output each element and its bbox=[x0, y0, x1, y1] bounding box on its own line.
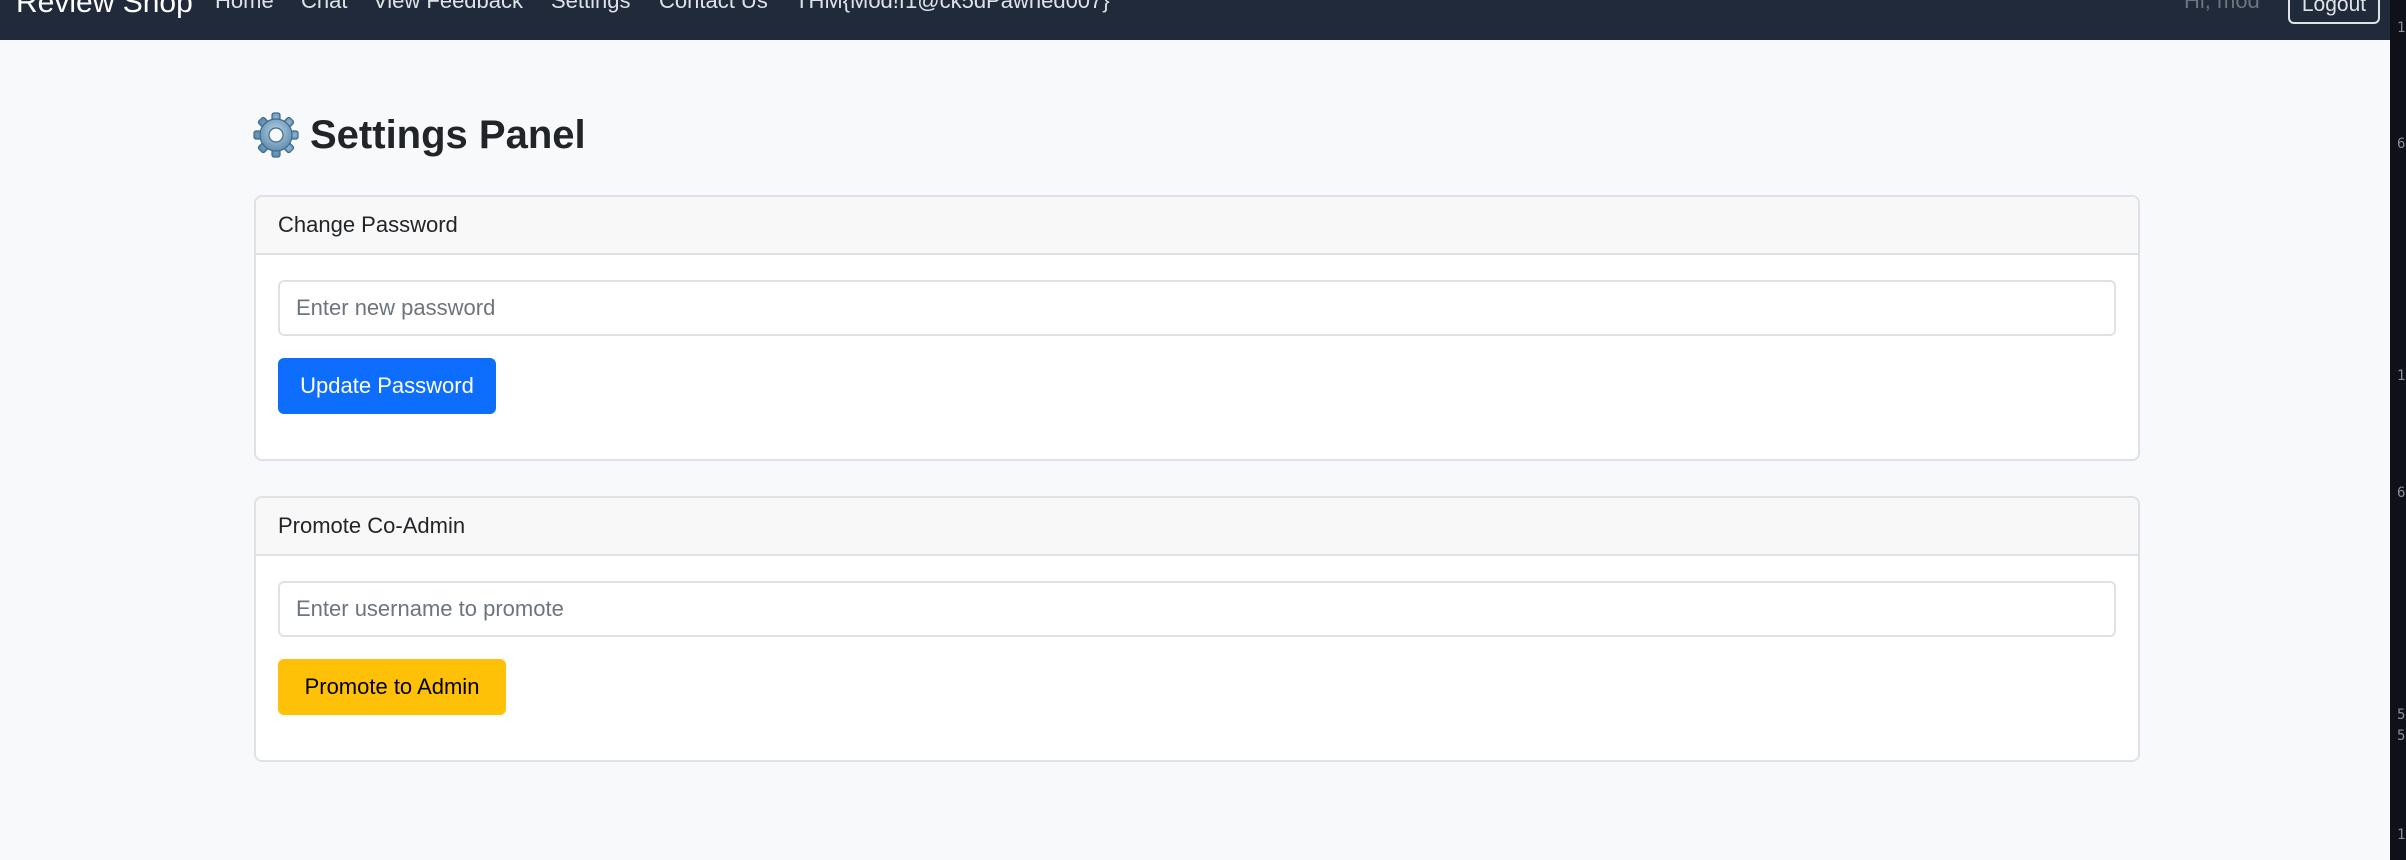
gear-icon bbox=[253, 112, 299, 158]
promote-username-input[interactable] bbox=[278, 581, 2116, 637]
nav-link-home[interactable]: Home bbox=[215, 0, 274, 12]
change-password-header: Change Password bbox=[256, 197, 2138, 255]
nav-link-contact-us[interactable]: Contact Us bbox=[659, 0, 768, 12]
promote-admin-header: Promote Co-Admin bbox=[256, 498, 2138, 556]
strip-mark: 5 bbox=[2397, 728, 2406, 744]
top-navbar: Review Shop Home Chat View Feedback Sett… bbox=[0, 0, 2390, 40]
page-heading: Settings Panel bbox=[252, 108, 586, 162]
side-panel-strip: 1 6 1 6 5 5 1 bbox=[2390, 0, 2406, 860]
change-password-card: Change Password Update Password bbox=[254, 195, 2140, 461]
nav-link-chat[interactable]: Chat bbox=[301, 0, 347, 12]
strip-mark: 1 bbox=[2397, 827, 2406, 843]
strip-mark: 1 bbox=[2397, 368, 2406, 384]
promote-admin-card: Promote Co-Admin Promote to Admin bbox=[254, 496, 2140, 762]
new-password-input[interactable] bbox=[278, 280, 2116, 336]
nav-link-view-feedback[interactable]: View Feedback bbox=[373, 0, 523, 12]
user-greeting: Hi, mod bbox=[2184, 0, 2260, 13]
nav-link-flag[interactable]: THM{Mod!f1@ck5dPawned007} bbox=[795, 0, 1110, 12]
nav-link-settings[interactable]: Settings bbox=[551, 0, 631, 12]
brand-link[interactable]: Review Shop bbox=[16, 0, 193, 18]
strip-mark: 5 bbox=[2397, 707, 2406, 723]
strip-mark: 6 bbox=[2397, 136, 2406, 152]
promote-to-admin-button[interactable]: Promote to Admin bbox=[278, 659, 506, 715]
strip-mark: 1 bbox=[2397, 20, 2406, 36]
logout-button[interactable]: Logout bbox=[2288, 0, 2380, 24]
strip-mark: 6 bbox=[2397, 485, 2406, 501]
update-password-button[interactable]: Update Password bbox=[278, 358, 496, 414]
page-title: Settings Panel bbox=[310, 113, 586, 157]
